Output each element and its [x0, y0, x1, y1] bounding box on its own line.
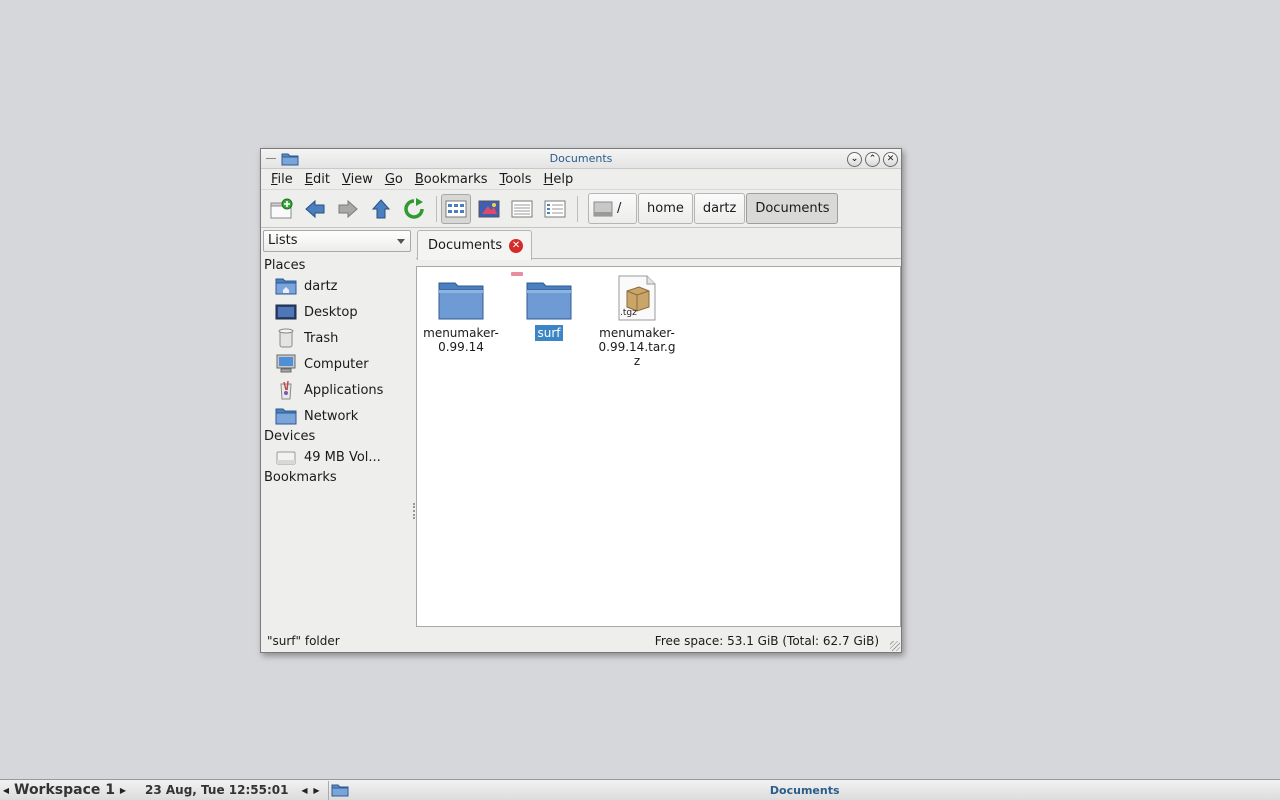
archive-icon: .tgz [618, 275, 656, 321]
drive-icon [276, 451, 296, 465]
status-free-space: Free space: 53.1 GiB (Total: 62.7 GiB) [654, 634, 879, 648]
applications-icon [280, 380, 292, 400]
tab-documents[interactable]: Documents ✕ [417, 230, 532, 260]
place-item-label: Computer [304, 356, 369, 372]
breadcrumb-dartz[interactable]: dartz [693, 193, 746, 224]
shade-button[interactable]: ⌄ [847, 152, 862, 167]
up-button[interactable] [366, 194, 396, 224]
taskbar: ◀ Workspace 1 ▶ 23 Aug, Tue 12:55:01 ◀ ▶… [0, 779, 1280, 800]
next-workspace-icon[interactable]: ▶ [117, 786, 129, 795]
folder-icon [526, 282, 572, 320]
next-task-icon[interactable]: ▶ [310, 786, 322, 795]
clock: 23 Aug, Tue 12:55:01 [145, 783, 289, 797]
compact-view-button[interactable] [507, 194, 537, 224]
breadcrumb-home[interactable]: home [638, 193, 693, 224]
close-button[interactable]: ✕ [883, 152, 898, 167]
menu-file[interactable]: File [265, 172, 299, 187]
menu-bar: File Edit View Go Bookmarks Tools Help [261, 169, 901, 190]
network-folder-icon [275, 408, 297, 425]
tab-bar: Documents ✕ [416, 229, 901, 260]
file-item[interactable]: .tgz menumaker-0.99.14.tar.gz [596, 273, 678, 369]
detailed-list-view-icon [544, 200, 566, 217]
new-tab-icon [270, 198, 293, 218]
drive-icon [593, 201, 613, 216]
forward-button[interactable] [333, 194, 363, 224]
breadcrumb-root[interactable]: / [588, 193, 637, 224]
menu-go[interactable]: Go [379, 172, 409, 187]
place-item-label: Trash [304, 330, 339, 346]
chevron-down-icon [397, 239, 405, 244]
file-item[interactable]: surf [508, 273, 590, 341]
breadcrumb: / home dartz Documents [588, 193, 839, 224]
status-selection-text: "surf" folder [267, 634, 340, 648]
menu-edit[interactable]: Edit [299, 172, 336, 187]
file-name: menumaker-0.99.14 [423, 326, 499, 354]
desktop-icon [275, 304, 297, 320]
breadcrumb-root-label: / [617, 201, 622, 216]
taskbar-task-documents[interactable]: Documents [328, 780, 1280, 800]
place-item-computer[interactable]: Computer [275, 352, 369, 376]
file-manager-window: Documents ⌄ ⌃ ✕ File Edit View Go Bookma… [260, 148, 902, 653]
back-button[interactable] [300, 194, 330, 224]
new-tab-button[interactable] [267, 194, 297, 224]
close-tab-icon[interactable]: ✕ [509, 238, 524, 253]
breadcrumb-documents[interactable]: Documents [746, 193, 839, 224]
menu-view[interactable]: View [336, 172, 379, 187]
devices-header: Devices [264, 429, 316, 444]
previous-task-icon[interactable]: ◀ [298, 786, 310, 795]
side-pane-mode-label: Lists [268, 233, 298, 248]
previous-workspace-icon[interactable]: ◀ [0, 786, 12, 795]
menu-help[interactable]: Help [538, 172, 580, 187]
reload-button[interactable] [399, 194, 429, 224]
trash-icon [278, 328, 294, 348]
thumbnail-view-button[interactable] [474, 194, 504, 224]
compact-view-icon [511, 200, 533, 217]
toolbar: / home dartz Documents [261, 190, 901, 228]
taskbar-task-title: Documents [769, 783, 840, 797]
place-item-label: Applications [304, 382, 384, 398]
toolbar-separator [577, 195, 578, 222]
device-item-volume[interactable]: 49 MB Vol... [275, 445, 381, 469]
file-name: surf [535, 325, 563, 341]
file-name: menumaker-0.99.14.tar.gz [598, 326, 676, 368]
menu-tools[interactable]: Tools [494, 172, 538, 187]
file-view[interactable]: menumaker-0.99.14 surf .tgz menumaker-0.… [416, 266, 901, 627]
icon-view-icon [445, 200, 467, 217]
status-bar: "surf" folder Free space: 53.1 GiB (Tota… [261, 630, 901, 652]
maximize-button[interactable]: ⌃ [865, 152, 880, 167]
title-bar[interactable]: Documents ⌄ ⌃ ✕ [261, 149, 901, 169]
home-folder-icon [275, 278, 297, 295]
icon-view-button[interactable] [441, 193, 471, 224]
place-item-network[interactable]: Network [275, 404, 358, 428]
thumbnail-view-icon [478, 200, 500, 217]
detailed-list-view-button[interactable] [540, 194, 570, 224]
place-item-label: Network [304, 408, 359, 424]
toolbar-separator [436, 195, 437, 222]
place-item-trash[interactable]: Trash [275, 326, 338, 350]
side-pane: Lists Places dartz Desktop Trash Compute… [261, 229, 415, 630]
computer-icon [276, 354, 296, 373]
place-item-label: dartz [304, 278, 338, 294]
place-item-desktop[interactable]: Desktop [275, 300, 358, 324]
places-header: Places [264, 258, 306, 273]
side-pane-mode-select[interactable]: Lists [263, 230, 411, 252]
workspace-name[interactable]: Workspace 1 [12, 782, 117, 798]
forward-arrow-icon [338, 199, 358, 218]
bookmarks-header: Bookmarks [264, 470, 337, 485]
menu-bookmarks[interactable]: Bookmarks [409, 172, 494, 187]
pane-splitter[interactable] [413, 503, 415, 519]
up-arrow-icon [371, 198, 391, 218]
place-item-dartz[interactable]: dartz [275, 274, 337, 298]
window-title: Documents [549, 152, 613, 165]
back-arrow-icon [305, 199, 325, 218]
reload-icon [404, 197, 424, 219]
device-item-label: 49 MB Vol... [304, 449, 381, 465]
place-item-label: Desktop [304, 304, 358, 320]
folder-icon [438, 282, 484, 320]
resize-grip[interactable] [890, 641, 900, 651]
tab-label: Documents [428, 238, 503, 253]
file-item[interactable]: menumaker-0.99.14 [420, 273, 502, 355]
place-item-applications[interactable]: Applications [275, 378, 383, 402]
archive-badge: .tgz [620, 308, 637, 318]
